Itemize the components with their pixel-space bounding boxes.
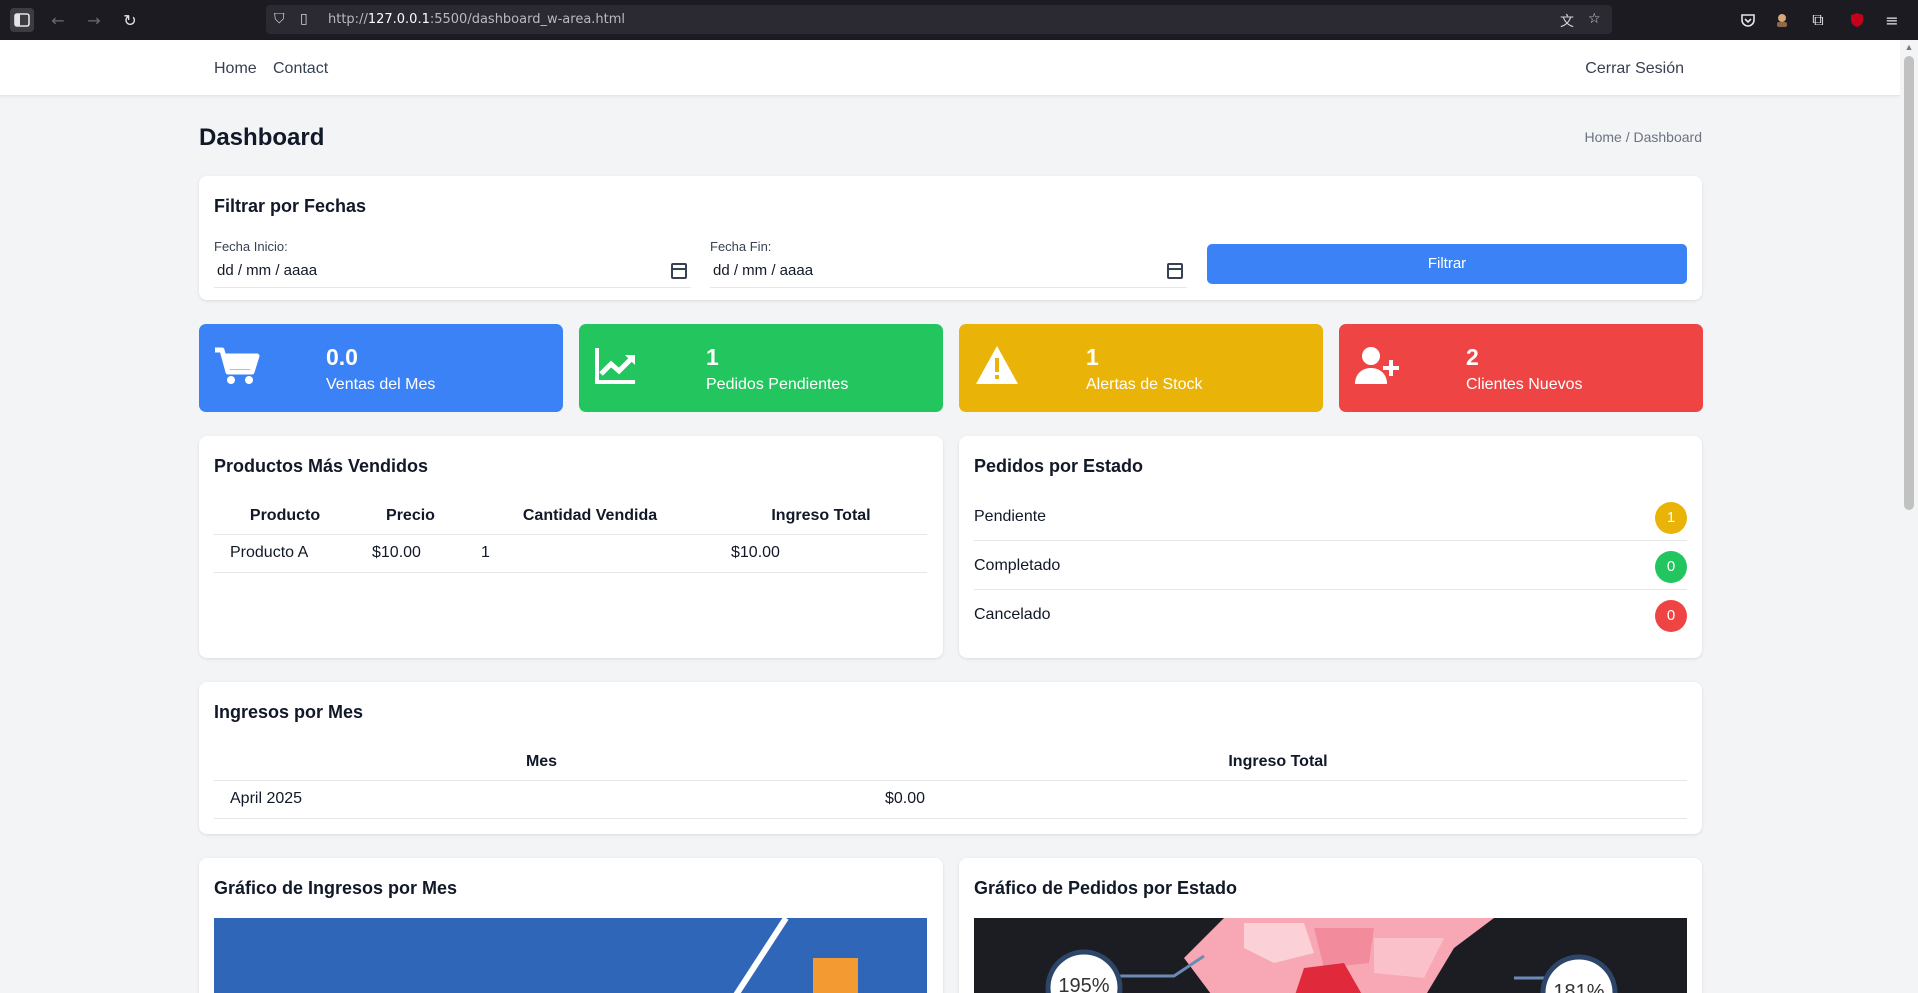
- top-navbar: Home Contact Cerrar Sesión: [0, 40, 1900, 96]
- status-badge: 0: [1655, 551, 1687, 583]
- map-label: 181%: [1553, 981, 1604, 993]
- col-header: Ingreso Total: [771, 506, 871, 524]
- table-cell: April 2025: [214, 779, 869, 819]
- table-row: April 2025 $0.00: [214, 779, 1687, 819]
- list-item: Pendiente 1: [974, 492, 1687, 541]
- stat-card-new-clients: 2 Clientes Nuevos: [1339, 324, 1703, 412]
- col-header: Mes: [525, 752, 558, 770]
- stat-card-pending-orders: 1 Pedidos Pendientes: [579, 324, 943, 412]
- chart-line-icon: [595, 348, 635, 384]
- stat-label: Ventas del Mes: [326, 376, 436, 393]
- table-cell: $0.00: [869, 779, 1687, 819]
- user-plus-icon: [1355, 347, 1399, 384]
- scrollbar-thumb[interactable]: [1904, 56, 1914, 510]
- income-chart-card: Gráfico de Ingresos por Mes: [199, 858, 943, 993]
- table-cell: $10.00: [356, 533, 465, 573]
- col-header: Ingreso Total: [1228, 752, 1328, 770]
- stat-value: 1: [706, 344, 719, 370]
- page-title: Dashboard: [199, 124, 325, 151]
- sidebar-toggle-icon[interactable]: [10, 8, 34, 32]
- pocket-icon[interactable]: [1736, 8, 1760, 32]
- warning-icon: [976, 346, 1018, 384]
- status-label: Cancelado: [974, 606, 1051, 623]
- status-label: Completado: [974, 557, 1061, 574]
- monthly-income-table: Mes Ingreso Total April 2025 $0.00: [214, 744, 1687, 819]
- top-products-card: Productos Más Vendidos Producto Precio C…: [199, 436, 943, 658]
- list-item: Completado 0: [974, 541, 1687, 590]
- status-map-graphic: 195% 181%: [1045, 918, 1618, 993]
- table-row: Producto A $10.00 1 $10.00: [214, 533, 927, 573]
- orders-status-card: Pedidos por Estado Pendiente 1 Completad…: [959, 436, 1702, 658]
- stat-label: Pedidos Pendientes: [706, 376, 849, 393]
- col-header: Precio: [386, 506, 435, 524]
- menu-icon[interactable]: ≡: [1880, 8, 1904, 32]
- status-chart-image: 195% 181%: [974, 918, 1687, 993]
- status-chart-card: Gráfico de Pedidos por Estado 195% 181%: [959, 858, 1702, 993]
- orders-status-title: Pedidos por Estado: [974, 456, 1144, 476]
- filter-button[interactable]: Filtrar: [1207, 244, 1687, 284]
- table-cell: 1: [465, 533, 715, 573]
- forward-icon[interactable]: →: [82, 8, 106, 32]
- extension-avatar-icon[interactable]: [1770, 8, 1794, 32]
- col-header: Cantidad Vendida: [522, 506, 658, 524]
- status-badge: 0: [1655, 600, 1687, 632]
- shield-icon: ⛉: [274, 11, 285, 27]
- top-products-table: Producto Precio Cantidad Vendida Ingreso…: [214, 498, 927, 573]
- url-bar[interactable]: ⛉ ▯ http://127.0.0.1:5500/dashboard_w-ar…: [266, 5, 1612, 34]
- scroll-up-icon[interactable]: ▲: [1903, 42, 1915, 52]
- monthly-income-title: Ingresos por Mes: [214, 702, 364, 722]
- map-label: 195%: [1058, 975, 1109, 993]
- stat-card-stock-alerts: 1 Alertas de Stock: [959, 324, 1323, 412]
- filter-card: Filtrar por Fechas Fecha Inicio: dd / mm…: [199, 176, 1702, 300]
- stat-label: Alertas de Stock: [1086, 376, 1203, 393]
- top-products-title: Productos Más Vendidos: [214, 456, 429, 476]
- extensions-icon[interactable]: ⧉: [1806, 8, 1830, 32]
- status-chart-title: Gráfico de Pedidos por Estado: [974, 878, 1238, 898]
- status-label: Pendiente: [974, 508, 1047, 525]
- calendar-icon[interactable]: [1167, 263, 1183, 279]
- stat-card-sales: 0.0 Ventas del Mes: [199, 324, 563, 412]
- stat-value: 0.0: [326, 344, 358, 370]
- status-badge: 1: [1655, 502, 1687, 534]
- table-cell: $10.00: [715, 533, 927, 573]
- logout-link[interactable]: Cerrar Sesión: [1585, 60, 1684, 78]
- stat-label: Clientes Nuevos: [1466, 376, 1583, 393]
- table-cell: Producto A: [214, 533, 356, 573]
- end-date-input[interactable]: dd / mm / aaaa: [710, 256, 1187, 288]
- end-date-value: dd / mm / aaaa: [713, 262, 814, 279]
- nav-contact-link[interactable]: Contact: [273, 60, 328, 78]
- income-chart-title: Gráfico de Ingresos por Mes: [214, 878, 458, 898]
- browser-toolbar: ← → ↻ ⛉ ▯ http://127.0.0.1:5500/dashboar…: [0, 0, 1918, 40]
- reload-icon[interactable]: ↻: [118, 8, 142, 32]
- filter-title: Filtrar por Fechas: [214, 196, 367, 216]
- page-icon: ▯: [300, 11, 308, 27]
- url-text: http://127.0.0.1:5500/dashboard_w-area.h…: [328, 12, 626, 27]
- list-item: Cancelado 0: [974, 590, 1687, 639]
- end-date-label: Fecha Fin:: [710, 239, 772, 254]
- translate-icon[interactable]: 文: [1560, 11, 1574, 31]
- monthly-income-card: Ingresos por Mes Mes Ingreso Total April…: [199, 682, 1702, 834]
- cart-icon: [215, 347, 260, 384]
- stat-value: 1: [1086, 344, 1099, 370]
- stat-value: 2: [1466, 344, 1479, 370]
- back-icon[interactable]: ←: [46, 8, 70, 32]
- start-date-value: dd / mm / aaaa: [217, 262, 318, 279]
- start-date-label: Fecha Inicio:: [214, 239, 288, 254]
- col-header: Producto: [249, 506, 321, 524]
- ublock-icon[interactable]: [1845, 8, 1869, 32]
- income-chart-image: [214, 918, 927, 993]
- calendar-icon[interactable]: [671, 263, 687, 279]
- breadcrumb: Home / Dashboard: [1584, 129, 1702, 145]
- bookmark-star-icon[interactable]: ☆: [1588, 11, 1601, 27]
- nav-home-link[interactable]: Home: [214, 60, 257, 78]
- income-chart-graphic: [733, 918, 858, 993]
- start-date-input[interactable]: dd / mm / aaaa: [214, 256, 691, 288]
